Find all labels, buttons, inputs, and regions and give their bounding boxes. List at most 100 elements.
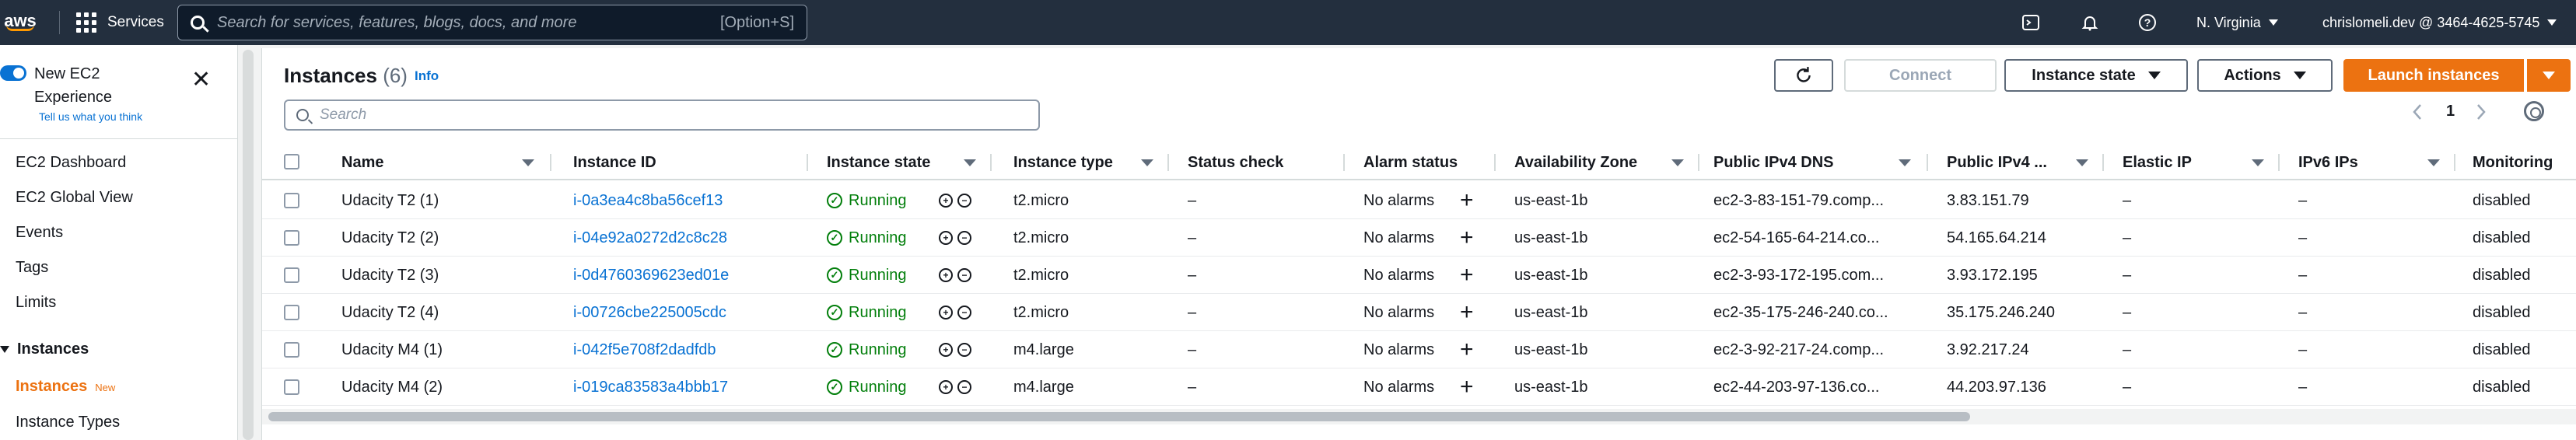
sidebar-item-instances[interactable]: Instances New bbox=[16, 378, 115, 396]
add-alarm-icon[interactable]: + bbox=[1460, 331, 1474, 368]
new-experience-toggle[interactable] bbox=[0, 65, 26, 81]
next-page-icon[interactable] bbox=[2474, 103, 2488, 126]
connect-button[interactable]: Connect bbox=[1844, 59, 1997, 92]
column-divider[interactable] bbox=[1167, 154, 1169, 171]
row-checkbox[interactable] bbox=[284, 267, 299, 283]
region-selector[interactable]: N. Virginia bbox=[2196, 0, 2278, 45]
column-header-availability-zone[interactable]: Availability Zone bbox=[1514, 145, 1637, 180]
column-header-instance-type[interactable]: Instance type bbox=[1013, 145, 1113, 180]
sort-caret-icon[interactable] bbox=[2076, 159, 2088, 166]
column-divider[interactable] bbox=[2454, 154, 2455, 171]
column-divider[interactable] bbox=[2278, 154, 2280, 171]
zoom-in-icon[interactable]: + bbox=[939, 380, 953, 394]
zoom-in-icon[interactable]: + bbox=[939, 268, 953, 282]
sort-caret-icon[interactable] bbox=[964, 159, 976, 166]
table-row[interactable]: Udacity T2 (2) i-04e92a0272d2c8c28 ✓ Runn… bbox=[262, 219, 2576, 257]
table-row[interactable]: Udacity T2 (3) i-0d4760369623ed01e ✓ Runn… bbox=[262, 257, 2576, 294]
sidebar-item-events[interactable]: Events bbox=[16, 224, 63, 242]
select-all-checkbox[interactable] bbox=[284, 154, 299, 169]
column-header-ipv6[interactable]: IPv6 IPs bbox=[2298, 145, 2358, 180]
row-checkbox[interactable] bbox=[284, 379, 299, 395]
launch-instances-button[interactable]: Launch instances bbox=[2343, 59, 2524, 92]
table-row[interactable]: Udacity M4 (2) i-019ca83583a4bbb17 ✓ Runn… bbox=[262, 368, 2576, 406]
zoom-out-icon[interactable]: − bbox=[957, 343, 971, 357]
zoom-in-icon[interactable]: + bbox=[939, 306, 953, 320]
cloudshell-icon[interactable] bbox=[2021, 12, 2041, 33]
feedback-link[interactable]: Tell us what you think bbox=[39, 110, 142, 123]
instance-state-button[interactable]: Instance state bbox=[2004, 59, 2188, 92]
table-row[interactable]: Udacity M4 (1) i-042f5e708f2dadfdb ✓ Runn… bbox=[262, 331, 2576, 368]
help-icon[interactable]: ? bbox=[2137, 12, 2158, 33]
sort-caret-icon[interactable] bbox=[1671, 159, 1684, 166]
column-divider[interactable] bbox=[990, 154, 992, 171]
instance-id-link[interactable]: i-00726cbe225005cdc bbox=[573, 294, 726, 331]
page-number[interactable]: 1 bbox=[2446, 103, 2455, 120]
column-divider[interactable] bbox=[1927, 154, 1928, 171]
row-checkbox[interactable] bbox=[284, 193, 299, 208]
add-alarm-icon[interactable]: + bbox=[1460, 219, 1474, 257]
column-divider[interactable] bbox=[1698, 154, 1699, 171]
instance-id-link[interactable]: i-042f5e708f2dadfdb bbox=[573, 331, 716, 368]
column-header-monitoring[interactable]: Monitoring bbox=[2473, 145, 2553, 180]
instance-id-link[interactable]: i-04e92a0272d2c8c28 bbox=[573, 219, 727, 257]
info-link[interactable]: Info bbox=[415, 68, 439, 84]
actions-button[interactable]: Actions bbox=[2197, 59, 2333, 92]
zoom-in-icon[interactable]: + bbox=[939, 231, 953, 245]
add-alarm-icon[interactable]: + bbox=[1460, 368, 1474, 406]
column-divider[interactable] bbox=[807, 154, 808, 171]
table-row[interactable]: Udacity T2 (4) i-00726cbe225005cdc ✓ Runn… bbox=[262, 294, 2576, 331]
column-header-elastic-ip[interactable]: Elastic IP bbox=[2123, 145, 2192, 180]
sidebar-item-ec2-global-view[interactable]: EC2 Global View bbox=[16, 189, 133, 207]
sidebar-item-ec2-dashboard[interactable]: EC2 Dashboard bbox=[16, 154, 126, 172]
zoom-in-icon[interactable]: + bbox=[939, 194, 953, 208]
column-divider[interactable] bbox=[1343, 154, 1345, 171]
sidebar-section-instances[interactable]: Instances bbox=[0, 340, 89, 358]
column-header-public-dns[interactable]: Public IPv4 DNS bbox=[1713, 145, 1834, 180]
column-divider[interactable] bbox=[550, 154, 551, 171]
add-alarm-icon[interactable]: + bbox=[1460, 257, 1474, 294]
column-header-instance-state[interactable]: Instance state bbox=[827, 145, 930, 180]
zoom-out-icon[interactable]: − bbox=[957, 380, 971, 394]
column-header-status-check[interactable]: Status check bbox=[1188, 145, 1283, 180]
services-menu-button[interactable]: Services bbox=[76, 9, 164, 36]
account-menu[interactable]: chrislomeli.dev @ 3464-4625-5745 bbox=[2322, 0, 2557, 45]
close-icon[interactable]: ✕ bbox=[191, 68, 211, 92]
instance-id-link[interactable]: i-0d4760369623ed01e bbox=[573, 257, 729, 294]
add-alarm-icon[interactable]: + bbox=[1460, 182, 1474, 219]
refresh-button[interactable] bbox=[1774, 59, 1833, 92]
sidebar-scrollbar[interactable] bbox=[243, 50, 254, 440]
sort-caret-icon[interactable] bbox=[522, 159, 534, 166]
column-header-name[interactable]: Name bbox=[341, 145, 383, 180]
zoom-out-icon[interactable]: − bbox=[957, 306, 971, 320]
row-checkbox[interactable] bbox=[284, 342, 299, 358]
row-checkbox[interactable] bbox=[284, 305, 299, 320]
zoom-in-icon[interactable]: + bbox=[939, 343, 953, 357]
zoom-out-icon[interactable]: − bbox=[957, 194, 971, 208]
sidebar-item-instance-types[interactable]: Instance Types bbox=[16, 414, 120, 431]
aws-logo[interactable]: aws bbox=[0, 5, 40, 39]
column-header-public-ipv4[interactable]: Public IPv4 ... bbox=[1947, 145, 2047, 180]
column-divider[interactable] bbox=[2102, 154, 2104, 171]
sort-caret-icon[interactable] bbox=[2252, 159, 2264, 166]
row-checkbox[interactable] bbox=[284, 230, 299, 246]
instances-search-input[interactable]: Search bbox=[284, 100, 1040, 131]
table-row[interactable]: Udacity T2 (1) i-0a3ea4c8ba56cef13 ✓ Runn… bbox=[262, 182, 2576, 219]
sidebar-item-tags[interactable]: Tags bbox=[16, 259, 48, 277]
prev-page-icon[interactable] bbox=[2410, 103, 2424, 126]
sort-caret-icon[interactable] bbox=[2427, 159, 2440, 166]
sort-caret-icon[interactable] bbox=[1899, 159, 1911, 166]
instance-id-link[interactable]: i-019ca83583a4bbb17 bbox=[573, 368, 728, 406]
column-header-alarm-status[interactable]: Alarm status bbox=[1363, 145, 1458, 180]
column-divider[interactable] bbox=[1494, 154, 1496, 171]
bell-icon[interactable] bbox=[2080, 12, 2100, 33]
zoom-out-icon[interactable]: − bbox=[957, 231, 971, 245]
global-search-input[interactable]: Search for services, features, blogs, do… bbox=[177, 5, 807, 40]
launch-dropdown-button[interactable] bbox=[2527, 59, 2571, 92]
instance-id-link[interactable]: i-0a3ea4c8ba56cef13 bbox=[573, 182, 723, 219]
zoom-out-icon[interactable]: − bbox=[957, 268, 971, 282]
add-alarm-icon[interactable]: + bbox=[1460, 294, 1474, 331]
sidebar-item-limits[interactable]: Limits bbox=[16, 294, 56, 312]
column-header-instance-id[interactable]: Instance ID bbox=[573, 145, 656, 180]
settings-gear-icon[interactable] bbox=[2524, 101, 2544, 121]
horizontal-scrollbar[interactable] bbox=[268, 412, 1970, 421]
